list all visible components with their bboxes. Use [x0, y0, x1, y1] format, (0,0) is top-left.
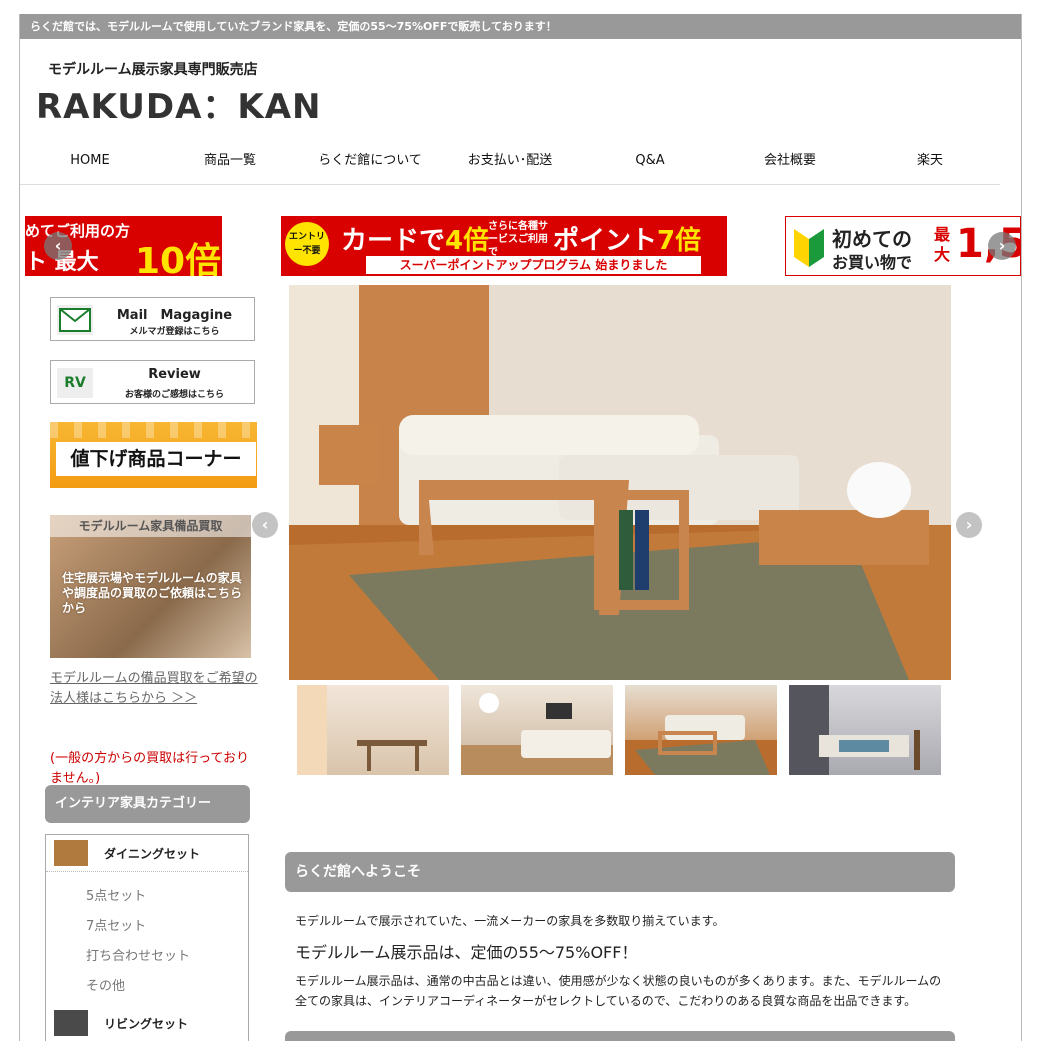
thumbnail-1[interactable] — [297, 685, 449, 775]
mail-magazine-sub: メルマガ登録はこちら — [129, 327, 220, 337]
banner-first-purchase[interactable]: 初めての お買い物で 最大 1,5 — [785, 216, 1021, 276]
welcome-section-title: らくだ館へようこそ — [285, 852, 955, 892]
review-title: Review — [148, 367, 201, 382]
welcome-line-2: モデルルーム展示品は、定価の55〜75%OFF！ — [295, 943, 638, 962]
subcategory-7pt[interactable]: 7点セット — [86, 915, 146, 934]
top-announcement-bar: らくだ館では、モデルルームで使用していたブランド家具を、定価の55〜75%OFF… — [20, 14, 1021, 39]
category-list: ダイニングセット 5点セット 7点セット 打ち合わせセット その他 リビングセッ… — [45, 834, 249, 1041]
buyback-body: 住宅展示場やモデルルームの家具や調度品の買取のご依頼はこちらから — [62, 571, 243, 615]
review-button[interactable]: RV Review お客様のご感想はこちら — [50, 360, 255, 404]
site-tagline: モデルルーム展示家具専門販売店 — [48, 62, 258, 78]
nav-rakuten[interactable]: 楽天 — [860, 142, 1000, 184]
beginner-mark-icon — [792, 225, 826, 269]
page: らくだ館では、モデルルームで使用していたブランド家具を、定価の55〜75%OFF… — [19, 14, 1022, 1041]
buyback-banner[interactable]: モデルルーム家具備品買取 住宅展示場やモデルルームの家具や調度品の買取のご依頼は… — [50, 515, 251, 658]
banner-prev-arrow[interactable]: ‹ — [44, 232, 72, 260]
banner-left-line1: めてご利用の方 — [25, 222, 131, 240]
buyback-title: モデルルーム家具備品買取 — [50, 515, 251, 537]
next-section-bar — [285, 1031, 955, 1041]
thumbnail-1-image — [297, 685, 427, 775]
living-room-illustration — [289, 285, 951, 680]
living-thumb — [54, 1010, 88, 1036]
banner-point-7x: 7倍 — [657, 226, 702, 256]
nav-about[interactable]: らくだ館について — [300, 142, 440, 184]
category-living[interactable]: リビングセット — [46, 1005, 248, 1041]
banner-card-label: カードで — [341, 226, 446, 256]
welcome-line-3: モデルルーム展示品は、通常の中古品とは違い、使用感が少なく状態の良いものが多くあ… — [295, 974, 942, 1008]
global-nav: HOME 商品一覧 らくだ館について お支払い･配送 Q&A 会社概要 楽天 — [20, 142, 1000, 185]
category-dining-label: ダイニングセット — [104, 847, 201, 861]
review-sub: お客様のご感想はこちら — [124, 390, 224, 400]
price-cut-banner[interactable]: 値下げ商品コーナー — [50, 422, 257, 488]
thumbnail-2-image — [461, 693, 613, 775]
banner-right-l2: お買い物で — [832, 253, 913, 272]
price-cut-label: 値下げ商品コーナー — [56, 442, 256, 476]
price-cut-arrows-decoration — [50, 422, 257, 438]
category-dining[interactable]: ダイニングセット — [46, 835, 248, 872]
thumbnail-3[interactable] — [625, 685, 777, 775]
subcategory-other[interactable]: その他 — [86, 975, 125, 994]
thumbnail-4-image — [789, 685, 920, 775]
nav-company[interactable]: 会社概要 — [720, 142, 860, 184]
site-logo[interactable]: RAKUDA：KAN — [36, 79, 322, 128]
hero-next-arrow[interactable]: › — [956, 512, 982, 538]
category-title: インテリア家具カテゴリー — [45, 785, 250, 823]
nav-home[interactable]: HOME — [20, 142, 160, 184]
buyback-note: (一般の方からの買取は行っておりません。) — [50, 751, 250, 786]
hero-image[interactable] — [289, 285, 951, 680]
subcategory-5pt[interactable]: 5点セット — [86, 885, 146, 904]
banner-point-label: ポイント — [553, 226, 658, 256]
nav-products[interactable]: 商品一覧 — [160, 142, 300, 184]
site-header: モデルルーム展示家具専門販売店 RAKUDA：KAN — [20, 39, 1021, 139]
mail-magazine-title: Mail Magagine — [116, 308, 233, 323]
thumbnail-3-image — [625, 715, 777, 775]
thumbnail-4[interactable] — [789, 685, 941, 775]
banner-right-l1: 初めての — [832, 227, 912, 251]
mail-magazine-button[interactable]: Mail Magagine メルマガ登録はこちら — [50, 297, 255, 341]
banner-card-text: カードで4倍 — [341, 220, 489, 257]
hero-prev-arrow[interactable]: ‹ — [252, 512, 278, 538]
banner-right-max: 最大 — [934, 225, 951, 264]
nav-qa[interactable]: Q&A — [580, 142, 720, 184]
corporate-buyback-link[interactable]: モデルルームの備品買取をご希望の 法人様はこちらから ＞＞ — [50, 669, 260, 709]
corporate-buyback-link-text[interactable]: モデルルームの備品買取をご希望の 法人様はこちらから ＞＞ — [50, 671, 258, 706]
welcome-line-1: モデルルームで展示されていた、一流メーカーの家具を多数取り揃えています。 — [295, 914, 725, 928]
mail-icon — [57, 305, 93, 335]
nav-payment-shipping[interactable]: お支払い･配送 — [440, 142, 580, 184]
banner-point-text: ポイント7倍 — [553, 220, 701, 257]
subcategory-meeting[interactable]: 打ち合わせセット — [86, 945, 190, 964]
banner-left-big2: 10倍 — [135, 241, 222, 276]
banner-card-4x: 4倍 — [445, 226, 490, 256]
category-living-label: リビングセット — [104, 1017, 189, 1031]
banner-next-arrow[interactable]: › — [988, 232, 1016, 260]
banner-sub-text: さらに各種サービスご利用で — [488, 221, 548, 258]
review-icon: RV — [57, 368, 93, 398]
banner-program-text: スーパーポイントアッププログラム 始まりました — [366, 256, 701, 274]
thumbnail-2[interactable] — [461, 685, 613, 775]
banner-point-up[interactable]: エントリー不要 カードで4倍 さらに各種サービスご利用で ポイント7倍 スーパー… — [281, 216, 727, 276]
dining-thumb — [54, 840, 88, 866]
banner-entry-badge: エントリー不要 — [285, 222, 329, 266]
